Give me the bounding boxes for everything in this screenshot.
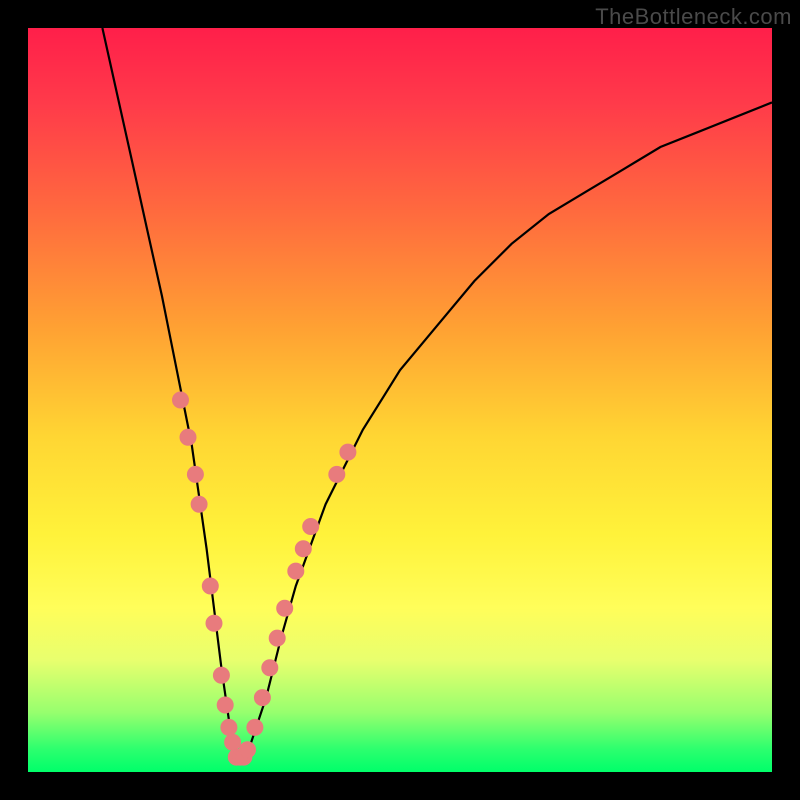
data-marker [225, 734, 241, 750]
data-marker [254, 690, 270, 706]
bottleneck-curve [102, 28, 772, 757]
bottleneck-chart-svg [28, 28, 772, 772]
plot-area [28, 28, 772, 772]
data-marker [247, 719, 263, 735]
marker-group [173, 392, 356, 765]
data-marker [191, 496, 207, 512]
data-marker [295, 541, 311, 557]
data-marker [288, 563, 304, 579]
data-marker [340, 444, 356, 460]
watermark-text: TheBottleneck.com [595, 4, 792, 30]
data-marker [187, 466, 203, 482]
data-marker [240, 742, 256, 758]
data-marker [262, 660, 278, 676]
data-marker [206, 615, 222, 631]
data-marker [202, 578, 218, 594]
chart-frame: TheBottleneck.com [0, 0, 800, 800]
data-marker [173, 392, 189, 408]
data-marker [269, 630, 285, 646]
data-marker [221, 719, 237, 735]
data-marker [329, 466, 345, 482]
data-marker [180, 429, 196, 445]
data-marker [213, 667, 229, 683]
data-marker [277, 600, 293, 616]
data-marker [303, 519, 319, 535]
data-marker [217, 697, 233, 713]
